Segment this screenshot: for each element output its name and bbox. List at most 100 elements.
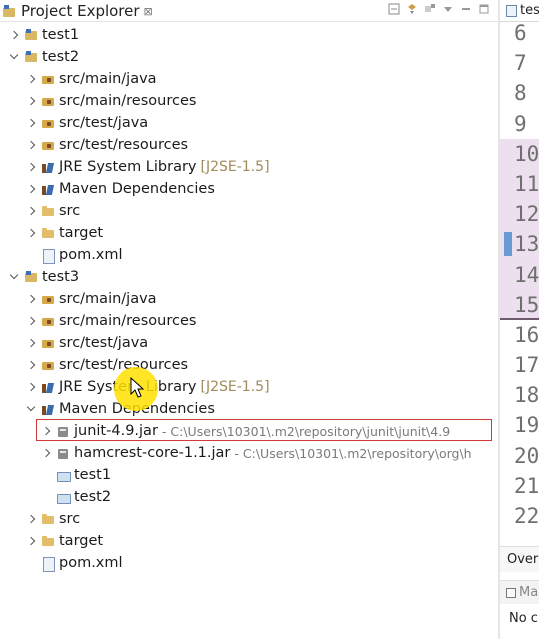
tree-item[interactable]: junit-4.9.jar - C:\Users\10301\.m2\reposi… — [0, 419, 498, 442]
editor-tab-label: tes — [520, 3, 539, 18]
line-number: 8 — [514, 81, 527, 106]
tree-item-label: hamcrest-core-1.1.jar — [74, 445, 231, 461]
view-menu-icon[interactable] — [442, 3, 454, 15]
chevron-right-icon[interactable] — [26, 514, 36, 524]
line-number: 17 — [514, 353, 539, 378]
project-icon — [25, 28, 38, 42]
line-number: 14 — [500, 259, 539, 290]
chevron-right-icon[interactable] — [26, 228, 36, 238]
line-number: 18 — [514, 383, 539, 408]
tree-item[interactable]: src/test/java — [0, 332, 498, 354]
tree-item-path: - C:\Users\10301\.m2\repository\org\h — [234, 445, 472, 461]
overview-tab[interactable]: Over — [500, 546, 539, 572]
chevron-right-icon[interactable] — [26, 96, 36, 106]
chevron-right-icon[interactable] — [26, 162, 36, 172]
close-icon[interactable]: ⊠ — [144, 5, 153, 18]
folder-icon — [42, 513, 55, 526]
chevron-right-icon[interactable] — [26, 360, 36, 370]
chevron-right-icon[interactable] — [26, 316, 36, 326]
project-explorer-icon — [2, 3, 18, 19]
tree-item[interactable]: src/test/java — [0, 112, 498, 134]
line-number: 22 — [514, 504, 539, 528]
tree-item[interactable]: src/test/resources — [0, 134, 498, 156]
markers-tab[interactable]: Ma — [500, 580, 539, 604]
tree-item[interactable]: test2 — [0, 46, 498, 68]
tree-item[interactable]: JRE System Library [J2SE-1.5] — [0, 376, 498, 398]
tab-project-explorer[interactable]: Project Explorer ⊠ — [2, 1, 153, 21]
line-number: 13 — [500, 229, 539, 260]
tree-item[interactable]: hamcrest-core-1.1.jar - C:\Users\10301\.m… — [0, 442, 498, 464]
link-editor-icon[interactable] — [406, 3, 418, 15]
tree-item[interactable]: src/main/resources — [0, 90, 498, 112]
line-number: 6 — [514, 21, 527, 45]
tree-item-label: target — [59, 225, 104, 241]
tree-item-label: test2 — [42, 49, 80, 65]
file-icon — [506, 4, 517, 17]
chevron-down-icon[interactable] — [9, 52, 19, 62]
line-number-ruler: 6 7 8 9 10 11 12 13 14 15 16 17 18 19 20 21 22 — [500, 18, 539, 531]
jar-icon — [57, 425, 70, 438]
chevron-right-icon[interactable] — [26, 184, 36, 194]
chevron-right-icon[interactable] — [26, 206, 36, 216]
tree-item[interactable]: src/test/resources — [0, 354, 498, 376]
line-number: 16 — [514, 322, 539, 347]
srcfolder-icon — [42, 117, 55, 130]
chevron-right-icon[interactable] — [26, 118, 36, 128]
collapse-all-icon[interactable] — [388, 3, 400, 15]
tree-item[interactable]: src/main/java — [0, 68, 498, 90]
tree-item[interactable]: src/main/resources — [0, 310, 498, 332]
tree-item[interactable]: pom.xml — [0, 244, 498, 266]
tree-item-label: src — [59, 511, 81, 527]
chevron-right-icon[interactable] — [9, 30, 19, 40]
chevron-right-icon[interactable] — [26, 536, 36, 546]
tree-item-label: Maven Dependencies — [59, 181, 215, 197]
tree-item-label: pom.xml — [59, 247, 123, 263]
line-number: 7 — [514, 51, 527, 76]
tree-item-label: JRE System Library — [59, 379, 197, 395]
chevron-right-icon[interactable] — [26, 294, 36, 304]
tree-item-label: Maven Dependencies — [59, 401, 215, 417]
chevron-right-icon[interactable] — [41, 448, 51, 458]
tree-item[interactable]: target — [0, 222, 498, 244]
minimize-icon[interactable] — [460, 3, 472, 15]
library-icon — [42, 381, 55, 394]
tree-item-label: test3 — [42, 269, 80, 285]
chevron-right-icon[interactable] — [26, 382, 36, 392]
xml-icon — [42, 248, 55, 264]
tree-item[interactable]: Maven Dependencies — [0, 178, 498, 200]
srcfolder-icon — [42, 359, 55, 372]
library-icon — [42, 161, 55, 174]
line-number: 19 — [514, 413, 539, 438]
line-number: 10 — [500, 138, 539, 169]
jar-icon — [57, 447, 70, 460]
tree-item[interactable]: target — [0, 530, 498, 552]
tree-item[interactable]: test3 — [0, 266, 498, 288]
maximize-icon[interactable] — [478, 3, 490, 15]
project-icon — [25, 50, 38, 64]
tree-item-label: test1 — [74, 467, 112, 483]
tree-item-decoration: [J2SE-1.5] — [200, 379, 270, 395]
srcfolder-icon — [42, 95, 55, 108]
tree-item[interactable]: src/main/java — [0, 288, 498, 310]
tree-item-label: src/main/resources — [59, 93, 197, 109]
tree-item-label: src/main/java — [59, 71, 157, 87]
line-number: 20 — [514, 443, 539, 468]
tree-item-label: target — [59, 533, 104, 549]
tree-item[interactable]: test1 — [0, 24, 498, 46]
chevron-down-icon[interactable] — [9, 272, 19, 282]
tree-item-label: src/test/resources — [59, 357, 189, 373]
tree-item[interactable]: JRE System Library [J2SE-1.5] — [0, 156, 498, 178]
tree-item[interactable]: src — [0, 200, 498, 222]
chevron-down-icon[interactable] — [26, 404, 36, 414]
chevron-right-icon[interactable] — [26, 338, 36, 348]
tree-item[interactable]: pom.xml — [0, 552, 498, 574]
tree-item[interactable]: test2 — [0, 486, 498, 508]
tree-item[interactable]: Maven Dependencies — [0, 398, 498, 420]
chevron-right-icon[interactable] — [26, 140, 36, 150]
chevron-right-icon[interactable] — [26, 74, 36, 84]
focus-icon[interactable] — [424, 3, 436, 15]
tree-item[interactable]: src — [0, 508, 498, 530]
tree-item-label: test2 — [74, 489, 112, 505]
tree-item[interactable]: test1 — [0, 464, 498, 486]
chevron-right-icon[interactable] — [41, 426, 51, 436]
